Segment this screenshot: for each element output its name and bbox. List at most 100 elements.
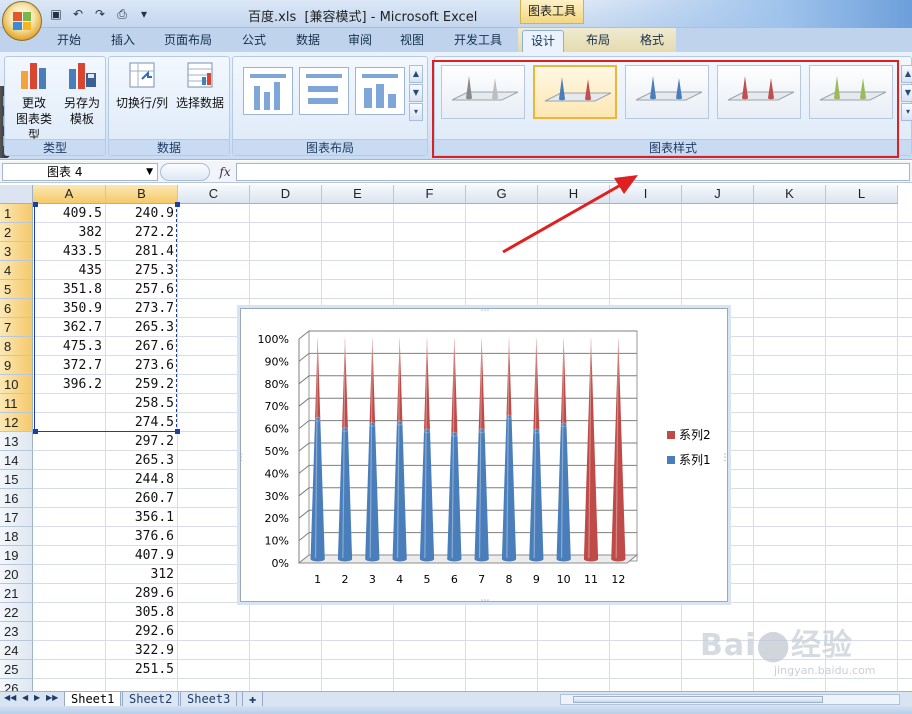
row-header-8[interactable]: 8 bbox=[0, 337, 33, 356]
range-handle[interactable] bbox=[33, 429, 38, 434]
cell-A16[interactable] bbox=[33, 489, 106, 508]
row-header-17[interactable]: 17 bbox=[0, 508, 33, 527]
row-header-4[interactable]: 4 bbox=[0, 261, 33, 280]
row-header-5[interactable]: 5 bbox=[0, 280, 33, 299]
cell-A20[interactable] bbox=[33, 565, 106, 584]
select-data-button[interactable]: 选择数据 bbox=[171, 59, 229, 111]
tab-10[interactable]: 格式 bbox=[628, 30, 676, 52]
row-header-7[interactable]: 7 bbox=[0, 318, 33, 337]
tab-6[interactable]: 视图 bbox=[390, 30, 434, 52]
row-header-25[interactable]: 25 bbox=[0, 660, 33, 679]
column-header-H[interactable]: H bbox=[538, 185, 610, 204]
row-header-6[interactable]: 6 bbox=[0, 299, 33, 318]
cell-B26[interactable] bbox=[106, 679, 178, 691]
cell-B14[interactable]: 265.3 bbox=[106, 451, 178, 470]
horizontal-scrollbar[interactable] bbox=[560, 694, 900, 705]
cell-A17[interactable] bbox=[33, 508, 106, 527]
formula-input[interactable] bbox=[236, 163, 910, 181]
row-header-2[interactable]: 2 bbox=[0, 223, 33, 242]
row-header-23[interactable]: 23 bbox=[0, 622, 33, 641]
cell-B20[interactable]: 312 bbox=[106, 565, 178, 584]
cell-B13[interactable]: 297.2 bbox=[106, 432, 178, 451]
tab-9[interactable]: 布局 bbox=[576, 30, 620, 52]
layout-more-icon[interactable]: ▾ bbox=[409, 103, 423, 121]
row-header-11[interactable]: 11 bbox=[0, 394, 33, 413]
insert-function-button[interactable]: fx bbox=[214, 163, 236, 181]
column-header-B[interactable]: B bbox=[106, 185, 178, 204]
row-header-15[interactable]: 15 bbox=[0, 470, 33, 489]
row-header-20[interactable]: 20 bbox=[0, 565, 33, 584]
layout-option-2[interactable] bbox=[299, 67, 349, 115]
cell-B19[interactable]: 407.9 bbox=[106, 546, 178, 565]
tab-7[interactable]: 开发工具 bbox=[444, 30, 512, 52]
print-preview-icon[interactable]: ⎙ bbox=[114, 6, 130, 22]
row-header-24[interactable]: 24 bbox=[0, 641, 33, 660]
embedded-chart[interactable]: 0% 10% 20% 30% 40% 50% 60% 70% 80% 90% 100% 1 2 3 4 5 6 7… bbox=[240, 308, 729, 603]
layout-option-1[interactable] bbox=[243, 67, 293, 115]
sheet-tab-3[interactable]: Sheet3 bbox=[180, 692, 238, 707]
cell-A23[interactable] bbox=[33, 622, 106, 641]
cell-A25[interactable] bbox=[33, 660, 106, 679]
tab-4[interactable]: 数据 bbox=[286, 30, 330, 52]
range-handle[interactable] bbox=[33, 202, 38, 207]
tab-0[interactable]: 开始 bbox=[46, 30, 92, 52]
tab-5[interactable]: 审阅 bbox=[340, 30, 380, 52]
row-header-3[interactable]: 3 bbox=[0, 242, 33, 261]
change-chart-type-button[interactable]: 更改 图表类型 bbox=[11, 59, 57, 143]
style-more-icon[interactable]: ▾ bbox=[901, 103, 912, 121]
cell-A13[interactable] bbox=[33, 432, 106, 451]
column-header-D[interactable]: D bbox=[250, 185, 322, 204]
cell-A24[interactable] bbox=[33, 641, 106, 660]
name-box[interactable]: 图表 4 ▼ bbox=[2, 163, 158, 181]
select-all-corner[interactable] bbox=[0, 185, 33, 204]
row-header-16[interactable]: 16 bbox=[0, 489, 33, 508]
column-header-J[interactable]: J bbox=[682, 185, 754, 204]
range-handle[interactable] bbox=[175, 202, 180, 207]
save-icon[interactable]: ▣ bbox=[48, 6, 64, 22]
insert-sheet-icon[interactable]: ✚ bbox=[242, 692, 264, 707]
column-header-A[interactable]: A bbox=[33, 185, 106, 204]
cell-A26[interactable] bbox=[33, 679, 106, 691]
customize-qat-icon[interactable]: ▾ bbox=[136, 6, 152, 22]
row-header-13[interactable]: 13 bbox=[0, 432, 33, 451]
switch-row-column-button[interactable]: 切换行/列 bbox=[113, 59, 171, 111]
column-header-L[interactable]: L bbox=[826, 185, 898, 204]
layout-option-3[interactable] bbox=[355, 67, 405, 115]
cell-A15[interactable] bbox=[33, 470, 106, 489]
tab-1[interactable]: 插入 bbox=[102, 30, 144, 52]
row-header-21[interactable]: 21 bbox=[0, 584, 33, 603]
row-header-14[interactable]: 14 bbox=[0, 451, 33, 470]
tab-2[interactable]: 页面布局 bbox=[154, 30, 222, 52]
column-header-E[interactable]: E bbox=[322, 185, 394, 204]
column-header-C[interactable]: C bbox=[178, 185, 250, 204]
undo-icon[interactable]: ↶ bbox=[70, 6, 86, 22]
tab-8[interactable]: 设计 bbox=[522, 30, 564, 52]
first-sheet-icon[interactable]: ◀◀ bbox=[4, 693, 16, 702]
sheet-tab-2[interactable]: Sheet2 bbox=[122, 692, 180, 707]
cell-B17[interactable]: 356.1 bbox=[106, 508, 178, 527]
prev-sheet-icon[interactable]: ◀ bbox=[22, 693, 28, 702]
cell-A22[interactable] bbox=[33, 603, 106, 622]
cell-B24[interactable]: 322.9 bbox=[106, 641, 178, 660]
style-scroll-up-icon[interactable]: ▲ bbox=[901, 65, 912, 83]
row-header-1[interactable]: 1 bbox=[0, 204, 33, 223]
save-as-template-button[interactable]: 另存为 模板 bbox=[59, 59, 105, 127]
cell-B23[interactable]: 292.6 bbox=[106, 622, 178, 641]
style-scroll-down-icon[interactable]: ▼ bbox=[901, 84, 912, 102]
next-sheet-icon[interactable]: ▶ bbox=[34, 693, 40, 702]
last-sheet-icon[interactable]: ▶▶ bbox=[46, 693, 58, 702]
row-header-12[interactable]: 12 bbox=[0, 413, 33, 432]
cell-B22[interactable]: 305.8 bbox=[106, 603, 178, 622]
column-header-K[interactable]: K bbox=[754, 185, 826, 204]
row-header-26[interactable]: 26 bbox=[0, 679, 33, 691]
cell-A19[interactable] bbox=[33, 546, 106, 565]
column-header-F[interactable]: F bbox=[394, 185, 466, 204]
office-button[interactable] bbox=[2, 1, 42, 41]
sheet-tab-1[interactable]: Sheet1 bbox=[64, 692, 122, 707]
column-header-G[interactable]: G bbox=[466, 185, 538, 204]
row-header-19[interactable]: 19 bbox=[0, 546, 33, 565]
row-header-9[interactable]: 9 bbox=[0, 356, 33, 375]
layout-scroll-up-icon[interactable]: ▲ bbox=[409, 65, 423, 83]
redo-icon[interactable]: ↷ bbox=[92, 6, 108, 22]
cell-B15[interactable]: 244.8 bbox=[106, 470, 178, 489]
